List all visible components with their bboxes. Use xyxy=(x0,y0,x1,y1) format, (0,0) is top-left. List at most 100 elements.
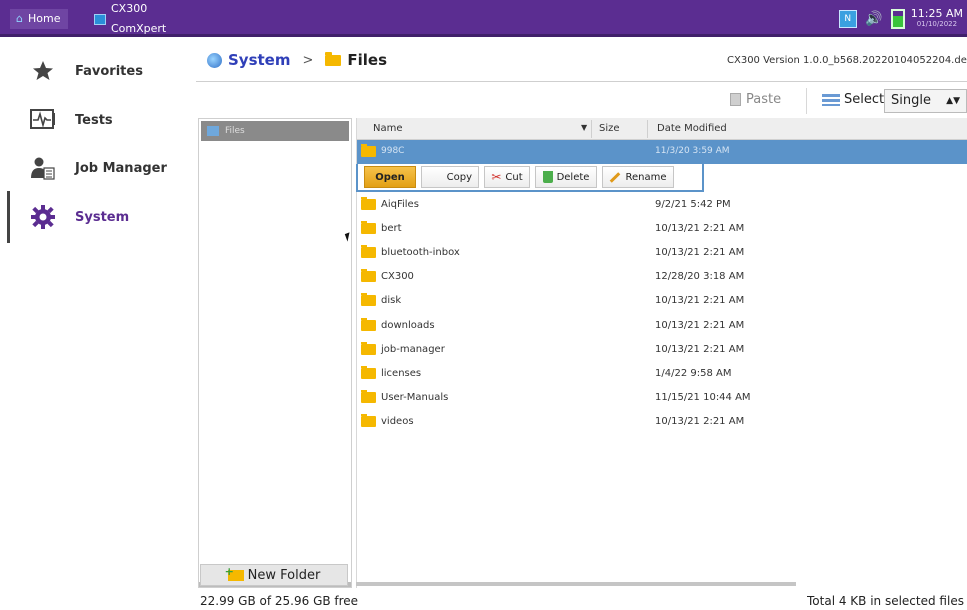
app-icon xyxy=(94,13,106,25)
app-tab[interactable]: CX300 ComXpert xyxy=(94,2,190,35)
select-mode-icon xyxy=(822,93,840,106)
sidebar-item-label: System xyxy=(75,209,130,225)
speaker-icon[interactable]: 🔊 xyxy=(863,10,885,28)
copy-label: Copy xyxy=(446,171,472,183)
select-mode-value: Single xyxy=(891,93,931,108)
top-bar: ⌂ Home CX300 ComXpert N 🔊 11:25 AM 01/10… xyxy=(0,0,967,37)
file-name: 998C xyxy=(381,146,405,156)
open-button[interactable]: Open xyxy=(364,166,416,188)
file-name: downloads xyxy=(381,320,435,331)
sidebar-item-favorites[interactable]: Favorites xyxy=(0,49,178,93)
pencil-icon xyxy=(610,171,621,183)
paste-button[interactable]: Paste xyxy=(730,92,781,107)
toolbar-divider xyxy=(806,88,807,114)
sort-arrow-icon: ▼ xyxy=(581,123,588,132)
file-date: 11/15/21 10:44 AM xyxy=(655,392,751,403)
breadcrumb-divider xyxy=(196,81,967,82)
file-row[interactable]: job-manager 10/13/21 2:21 AM xyxy=(357,338,967,362)
selection-total-status: Total 4 KB in selected files xyxy=(807,594,964,608)
file-name: CX300 xyxy=(381,271,414,282)
file-row[interactable]: licenses 1/4/22 9:58 AM xyxy=(357,362,967,386)
column-header-size[interactable]: Size xyxy=(599,123,620,134)
clock-time: 11:25 AM xyxy=(910,7,963,20)
file-name: AiqFiles xyxy=(381,199,419,210)
version-text: CX300 Version 1.0.0_b568.20220104052204.… xyxy=(727,55,967,66)
file-date: 10/13/21 2:21 AM xyxy=(655,295,745,306)
delete-label: Delete xyxy=(556,171,590,183)
star-icon xyxy=(30,58,56,84)
network-icon[interactable]: N xyxy=(838,10,857,28)
copy-button[interactable]: Copy xyxy=(421,166,479,188)
file-date: 9/2/21 5:42 PM xyxy=(655,199,731,210)
free-space-status: 22.99 GB of 25.96 GB free xyxy=(200,594,359,608)
folder-icon xyxy=(361,221,376,234)
file-list-header: Name ▼ Size Date Modified xyxy=(357,118,967,140)
folder-tree: Files xyxy=(198,118,352,588)
system-tray: N 🔊 11:25 AM 01/10/2022 xyxy=(838,4,967,34)
file-name: bluetooth-inbox xyxy=(381,247,460,258)
file-date: 10/13/21 2:21 AM xyxy=(655,247,745,258)
folder-icon xyxy=(361,144,376,157)
sidebar-item-system[interactable]: System xyxy=(0,191,178,243)
chevron-updown-icon: ▲▼ xyxy=(946,96,960,106)
file-row[interactable]: bert 10/13/21 2:21 AM xyxy=(357,217,967,241)
column-divider xyxy=(647,120,648,138)
paste-label: Paste xyxy=(746,92,782,107)
scissors-icon: ✂ xyxy=(491,170,502,184)
sidebar: Favorites Tests Job Manager System xyxy=(0,37,178,610)
file-row[interactable]: downloads 10/13/21 2:21 AM xyxy=(357,314,967,338)
job-manager-icon xyxy=(30,155,56,181)
file-row[interactable]: videos 10/13/21 2:21 AM xyxy=(357,410,967,434)
file-row[interactable]: bluetooth-inbox 10/13/21 2:21 AM xyxy=(357,241,967,265)
delete-button[interactable]: Delete xyxy=(535,166,597,188)
sidebar-item-tests[interactable]: Tests xyxy=(0,98,178,142)
sidebar-item-label: Tests xyxy=(75,112,113,128)
file-action-bar: Open Copy ✂ Cut Delete Rename xyxy=(356,164,704,192)
tests-icon xyxy=(30,107,56,133)
breadcrumb-system-link[interactable]: System xyxy=(228,51,290,69)
folder-icon xyxy=(325,51,342,66)
file-row[interactable]: 998C 11/3/20 3:59 AM xyxy=(357,140,967,164)
open-label: Open xyxy=(375,171,405,183)
column-header-name[interactable]: Name xyxy=(373,123,403,134)
select-mode-dropdown[interactable]: Single ▲▼ xyxy=(884,89,967,113)
cut-button[interactable]: ✂ Cut xyxy=(484,166,530,188)
folder-icon xyxy=(361,390,376,403)
home-tab[interactable]: ⌂ Home xyxy=(10,9,69,29)
file-row[interactable]: disk 10/13/21 2:21 AM xyxy=(357,289,967,313)
new-folder-icon xyxy=(225,565,244,581)
folder-icon xyxy=(361,197,376,210)
sidebar-item-label: Favorites xyxy=(75,63,143,79)
tree-item-label: Files xyxy=(225,126,245,136)
home-icon: ⌂ xyxy=(16,12,23,25)
battery-icon[interactable] xyxy=(890,9,905,29)
system-globe-icon xyxy=(207,52,222,68)
new-folder-label: New Folder xyxy=(247,567,321,583)
file-date: 12/28/20 3:18 AM xyxy=(655,271,745,282)
folder-icon xyxy=(361,293,376,306)
file-list-scrollbar[interactable] xyxy=(356,582,796,586)
file-row[interactable]: AiqFiles 9/2/21 5:42 PM xyxy=(357,193,967,217)
column-divider xyxy=(591,120,592,138)
file-row[interactable]: CX300 12/28/20 3:18 AM xyxy=(357,265,967,289)
file-name: bert xyxy=(381,223,402,234)
gear-icon xyxy=(30,204,56,230)
rename-label: Rename xyxy=(625,171,667,183)
clock-date: 01/10/2022 xyxy=(916,20,958,28)
rename-button[interactable]: Rename xyxy=(602,166,674,188)
file-name: licenses xyxy=(381,368,422,379)
file-date: 10/13/21 2:21 AM xyxy=(655,223,745,234)
tree-item-files[interactable]: Files xyxy=(201,121,349,141)
file-date: 10/13/21 2:21 AM xyxy=(655,416,745,427)
file-row[interactable]: User-Manuals 11/15/21 10:44 AM xyxy=(357,386,967,410)
file-name: videos xyxy=(381,416,414,427)
folder-icon xyxy=(361,269,376,282)
column-header-date[interactable]: Date Modified xyxy=(657,123,727,134)
file-date: 11/3/20 3:59 AM xyxy=(655,146,730,156)
file-name: disk xyxy=(381,295,402,306)
sidebar-item-job-manager[interactable]: Job Manager xyxy=(0,146,178,190)
new-folder-button[interactable]: New Folder xyxy=(200,564,348,586)
home-tab-label: Home xyxy=(27,12,61,25)
sidebar-item-label: Job Manager xyxy=(75,160,167,176)
file-date: 1/4/22 9:58 AM xyxy=(655,368,732,379)
